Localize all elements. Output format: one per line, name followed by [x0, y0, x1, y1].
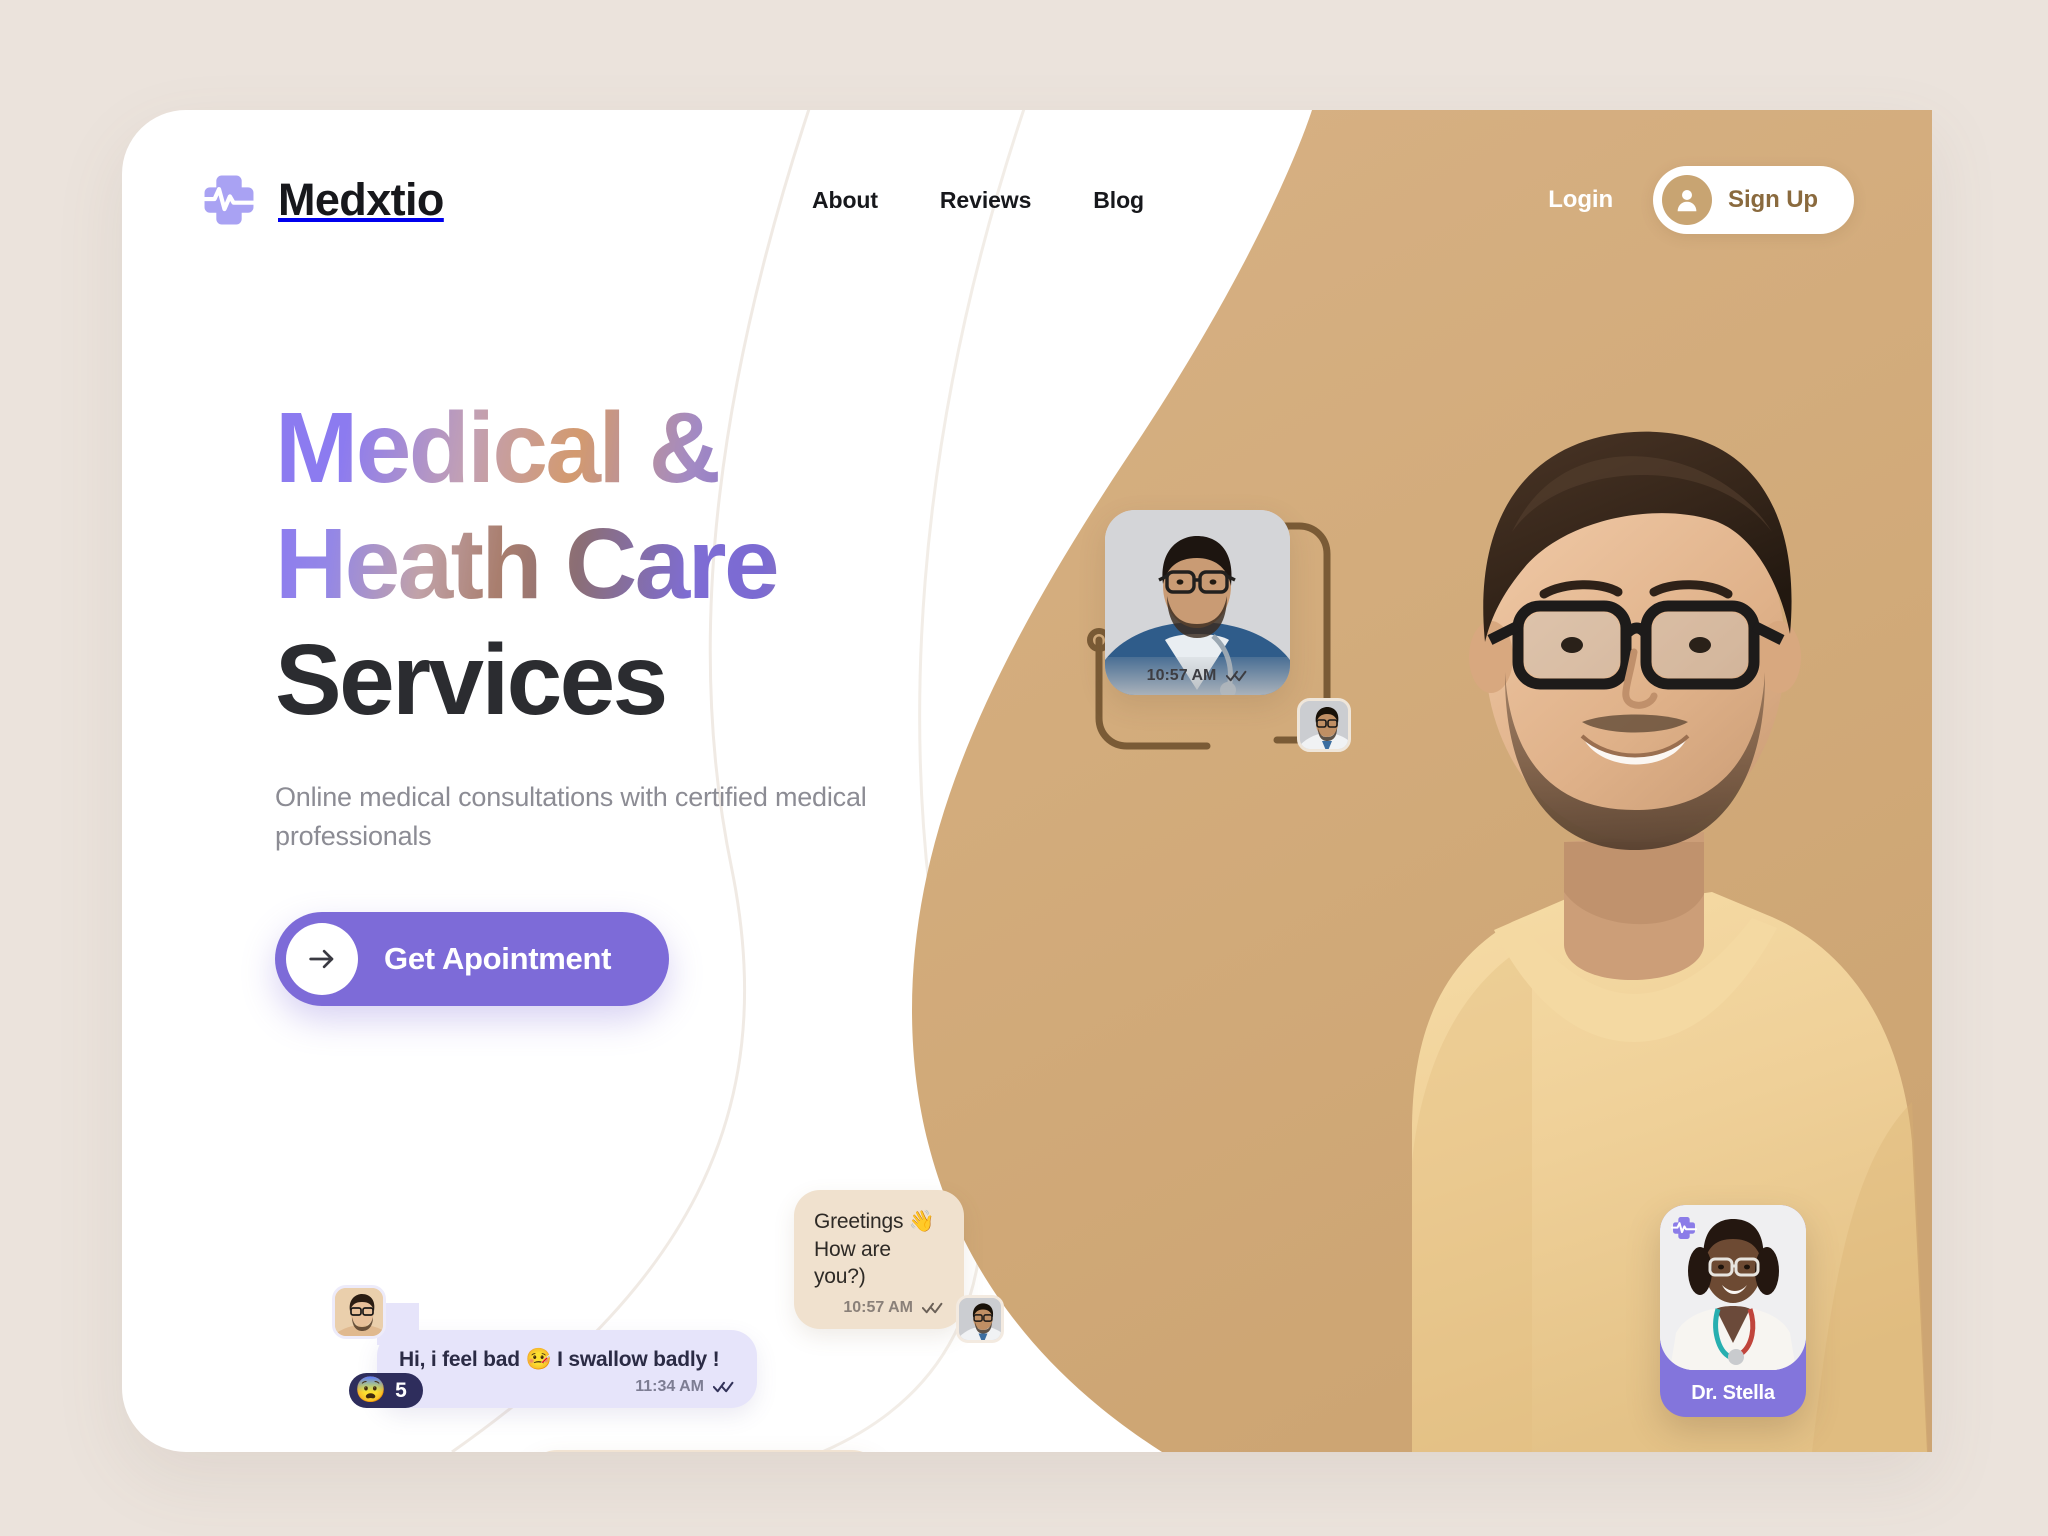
greeting-message[interactable]: Greetings 👋 How are you?) 10:57 AM	[794, 1190, 1044, 1350]
signup-button[interactable]: Sign Up	[1653, 166, 1854, 234]
video-call-thumbnail[interactable]: 10:57 AM	[1105, 510, 1290, 695]
video-call-message[interactable]: 10:57 AM	[1087, 510, 1397, 800]
nav-item-blog[interactable]: Blog	[1093, 187, 1144, 214]
user-avatar-icon	[1662, 175, 1713, 225]
doctor-card[interactable]: Dr. Stella	[1660, 1205, 1806, 1417]
brand-logo[interactable]: Medxtio	[200, 171, 444, 229]
medical-cross-pulse-icon	[1671, 1217, 1697, 1239]
signup-label: Sign Up	[1728, 186, 1818, 213]
voice-message[interactable]: 0:32 12:11 AM	[527, 1450, 947, 1452]
medical-cross-pulse-icon	[200, 175, 258, 225]
doctor-name: Dr. Stella	[1691, 1381, 1775, 1404]
patient-timestamp: 11:34 AM	[635, 1378, 704, 1395]
double-check-icon	[713, 1380, 735, 1394]
double-check-icon	[922, 1301, 944, 1315]
double-check-icon	[1226, 669, 1248, 683]
main-navigation: About Reviews Blog	[812, 187, 1144, 214]
reaction-count: 5	[395, 1378, 407, 1402]
patient-text: Hi, i feel bad 🤒 I swallow badly !	[399, 1348, 720, 1371]
message-reaction-badge[interactable]: 😨 5	[349, 1373, 423, 1408]
video-message-timestamp: 10:57 AM	[1146, 667, 1217, 684]
patient-message[interactable]: Hi, i feel bad 🤒 I swallow badly ! 11:34…	[332, 1285, 757, 1445]
login-link[interactable]: Login	[1548, 186, 1613, 214]
auth-actions: Login Sign Up	[1548, 166, 1854, 234]
nav-item-reviews[interactable]: Reviews	[940, 187, 1031, 214]
landing-page-card: Medxtio About Reviews Blog Login Sign Up	[122, 110, 1932, 1452]
greeting-avatar	[956, 1295, 1004, 1343]
patient-meta: 11:34 AM	[399, 1378, 735, 1396]
nav-item-about[interactable]: About	[812, 187, 878, 214]
voice-bubble[interactable]: 0:32 12:11 AM	[527, 1450, 882, 1452]
patient-avatar	[332, 1285, 386, 1339]
site-header: Medxtio About Reviews Blog Login Sign Up	[122, 110, 1932, 290]
video-message-mini-avatar	[1297, 698, 1351, 752]
brand-name: Medxtio	[278, 174, 444, 225]
greeting-text: Greetings 👋 How are you?)	[814, 1210, 935, 1289]
chat-widgets-layer: 10:57 AM Greetings 👋 How are you?) 10:57…	[122, 110, 1932, 1452]
reaction-emoji: 😨	[355, 1376, 387, 1404]
video-message-meta: 10:57 AM	[1105, 657, 1290, 695]
greeting-meta: 10:57 AM	[814, 1299, 944, 1317]
greeting-bubble[interactable]: Greetings 👋 How are you?) 10:57 AM	[794, 1190, 964, 1330]
greeting-timestamp: 10:57 AM	[843, 1299, 913, 1317]
patient-bubble[interactable]: Hi, i feel bad 🤒 I swallow badly ! 11:34…	[377, 1330, 757, 1408]
